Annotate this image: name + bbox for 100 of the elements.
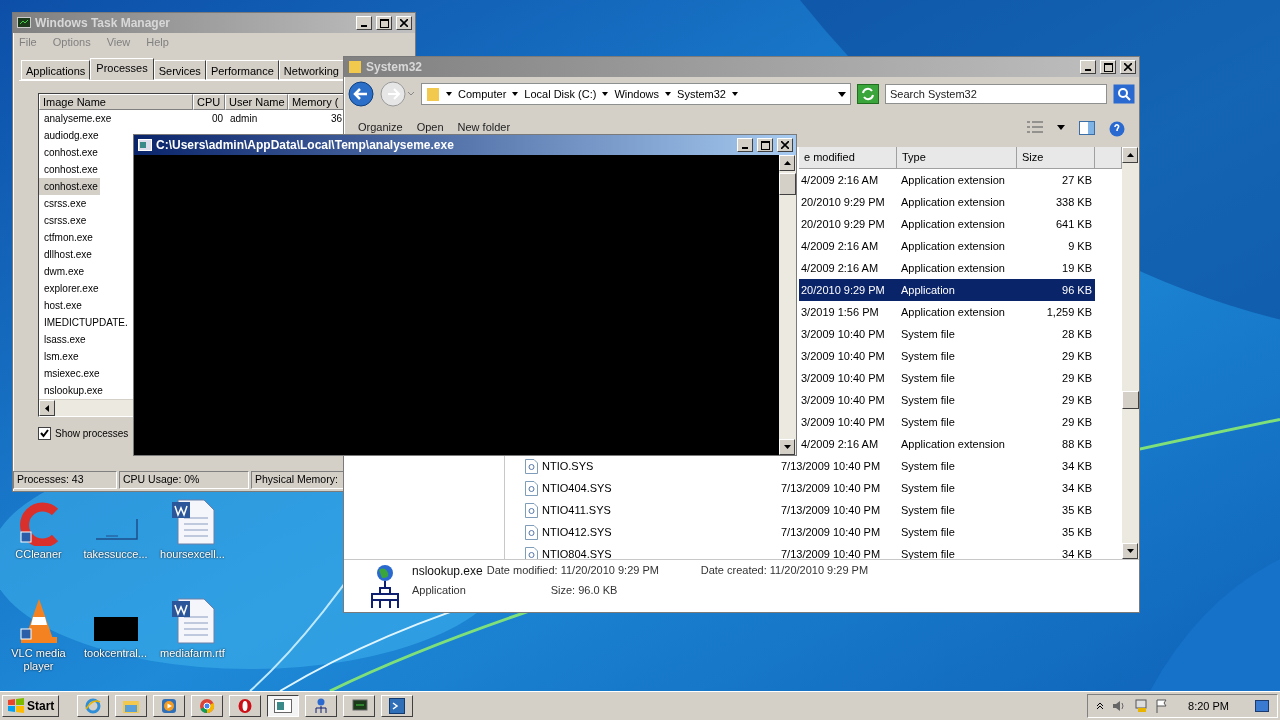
maximize-button[interactable]	[376, 16, 392, 30]
forward-icon	[380, 81, 415, 107]
toolbar-button[interactable]: Organize	[358, 121, 403, 133]
file-row[interactable]: 3/2009 10:40 PM System file 28 KB	[799, 323, 1095, 345]
process-name[interactable]: csrss.exe	[39, 212, 89, 229]
search-field[interactable]: Search System32	[885, 84, 1107, 104]
network-icon	[1134, 699, 1149, 713]
close-button[interactable]	[777, 138, 793, 152]
breadcrumb-item[interactable]: Computer	[458, 88, 507, 100]
file-name[interactable]: NTIO404.SYS	[505, 480, 779, 496]
file-row[interactable]: 4/2009 2:16 AM Application extension 27 KB	[799, 169, 1095, 191]
file-row[interactable]: 3/2009 10:40 PM System file 29 KB	[799, 389, 1095, 411]
tab[interactable]: Performance	[205, 60, 279, 80]
file-row[interactable]: 7/13/2009 10:40 PM System file 34 KB	[779, 455, 1095, 477]
toolbar-button[interactable]: Open	[416, 121, 444, 133]
minimize-button[interactable]	[356, 16, 372, 30]
column-header[interactable]: CPU	[193, 94, 225, 110]
checkbox[interactable]	[38, 427, 51, 440]
process-name[interactable]: dwm.exe	[39, 263, 86, 280]
clock[interactable]: 8:20 PM	[1188, 700, 1229, 712]
file-row[interactable]: 7/13/2009 10:40 PM System file 34 KB	[779, 477, 1095, 499]
column-header[interactable]: Image Name	[39, 94, 193, 110]
process-name[interactable]: msiexec.exe	[39, 365, 102, 382]
process-name[interactable]: dllhost.exe	[39, 246, 94, 263]
column-header[interactable]: User Name	[225, 94, 288, 110]
process-name[interactable]: lsm.exe	[39, 348, 81, 365]
terminal-icon	[389, 698, 406, 714]
scroll-thumb[interactable]	[779, 173, 796, 195]
maximize-icon	[379, 18, 389, 28]
file-icon	[93, 518, 138, 540]
process-name[interactable]: analyseme.exe	[39, 110, 114, 127]
show-desktop-icon	[1255, 700, 1269, 712]
column-header[interactable]: Type	[897, 147, 1017, 169]
tab[interactable]: Applications	[21, 60, 91, 80]
file-row[interactable]: 4/2009 2:16 AM Application extension 9 KB	[799, 235, 1095, 257]
file-name[interactable]: NTIO412.SYS	[505, 524, 779, 540]
maximize-icon	[760, 140, 770, 150]
table-cell-text: admin	[229, 112, 259, 126]
maximize-icon	[1103, 62, 1113, 72]
address-bar[interactable]: Computer Local Disk (C:) Windows System32	[421, 83, 851, 105]
tab[interactable]: Processes	[90, 58, 154, 80]
file-row[interactable]: 3/2009 10:40 PM System file 29 KB	[799, 345, 1095, 367]
process-name[interactable]: audiodg.exe	[39, 127, 101, 144]
start-button[interactable]: Start	[2, 695, 60, 717]
back-icon	[348, 81, 374, 107]
file-row[interactable]: 3/2009 10:40 PM System file 29 KB	[799, 367, 1095, 389]
network-icon	[313, 698, 330, 714]
up-arrow-icon	[783, 161, 791, 165]
file-row[interactable]: 3/2019 1:56 PM Application extension 1,259 KB	[799, 301, 1095, 323]
maximize-button[interactable]	[757, 138, 773, 152]
process-name[interactable]: IMEDICTUPDATE.	[39, 314, 130, 331]
scrollbar[interactable]	[779, 155, 796, 455]
close-button[interactable]	[1120, 60, 1136, 74]
file-row[interactable]: 7/13/2009 10:40 PM System file 35 KB	[779, 521, 1095, 543]
chrome-icon	[199, 698, 216, 714]
file-row[interactable]: 20/2010 9:29 PM Application extension 641 KB	[799, 213, 1095, 235]
breadcrumb-item[interactable]: Local Disk (C:)	[524, 88, 597, 100]
process-name[interactable]: conhost.exe	[39, 161, 100, 178]
minimize-button[interactable]	[1080, 60, 1096, 74]
breadcrumb-item[interactable]: Windows	[614, 88, 660, 100]
breadcrumb-item[interactable]: System32	[677, 88, 726, 100]
browser-icon	[85, 698, 102, 714]
speaker-icon	[1112, 700, 1127, 712]
column-header[interactable]: Memory (	[288, 94, 344, 110]
toolbar-button[interactable]: New folder	[457, 121, 511, 133]
maximize-button[interactable]	[1100, 60, 1116, 74]
process-name[interactable]: nslookup.exe	[39, 382, 105, 399]
process-name[interactable]: conhost.exe	[39, 144, 100, 161]
taskbar-button[interactable]	[267, 695, 300, 717]
process-name[interactable]: host.exe	[39, 297, 84, 314]
view-list-icon	[1027, 121, 1043, 133]
file-row[interactable]: 20/2010 9:29 PM Application extension 338 KB	[799, 191, 1095, 213]
tab[interactable]: Services	[153, 60, 206, 80]
file-row[interactable]: 4/2009 2:16 AM Application extension 19 KB	[799, 257, 1095, 279]
file-name[interactable]: NTIO411.SYS	[505, 502, 779, 518]
minimize-button[interactable]	[737, 138, 753, 152]
process-name[interactable]: ctfmon.exe	[39, 229, 95, 246]
file-row[interactable]: 20/2010 9:29 PM Application 96 KB	[799, 279, 1095, 301]
file-row[interactable]: 4/2009 2:16 AM Application extension 88 KB	[799, 433, 1095, 455]
terminal-icon	[138, 139, 152, 151]
scroll-thumb[interactable]	[1122, 391, 1139, 409]
column-header[interactable]: Size	[1017, 147, 1095, 169]
chevron-up-icon	[1096, 702, 1105, 710]
table-cell-text: 36	[329, 112, 343, 126]
network-icon	[368, 564, 402, 610]
process-name[interactable]: csrss.exe	[39, 195, 89, 212]
process-name[interactable]: lsass.exe	[39, 331, 88, 348]
column-header[interactable]: e modified	[799, 147, 897, 169]
scrollbar[interactable]	[1122, 147, 1139, 559]
file-row[interactable]: 7/13/2009 10:40 PM System file 35 KB	[779, 499, 1095, 521]
file-name[interactable]: NTIO.SYS	[505, 458, 779, 474]
scroll-left-button[interactable]	[39, 400, 55, 416]
monitor-icon	[17, 16, 31, 30]
checkmark-icon	[40, 429, 49, 438]
monitor-icon	[350, 699, 369, 713]
process-name[interactable]: explorer.exe	[39, 280, 101, 297]
file-row[interactable]: 3/2009 10:40 PM System file 29 KB	[799, 411, 1095, 433]
tab[interactable]: Networking	[278, 60, 344, 80]
close-button[interactable]	[396, 16, 412, 30]
process-name[interactable]: conhost.exe	[39, 178, 100, 195]
